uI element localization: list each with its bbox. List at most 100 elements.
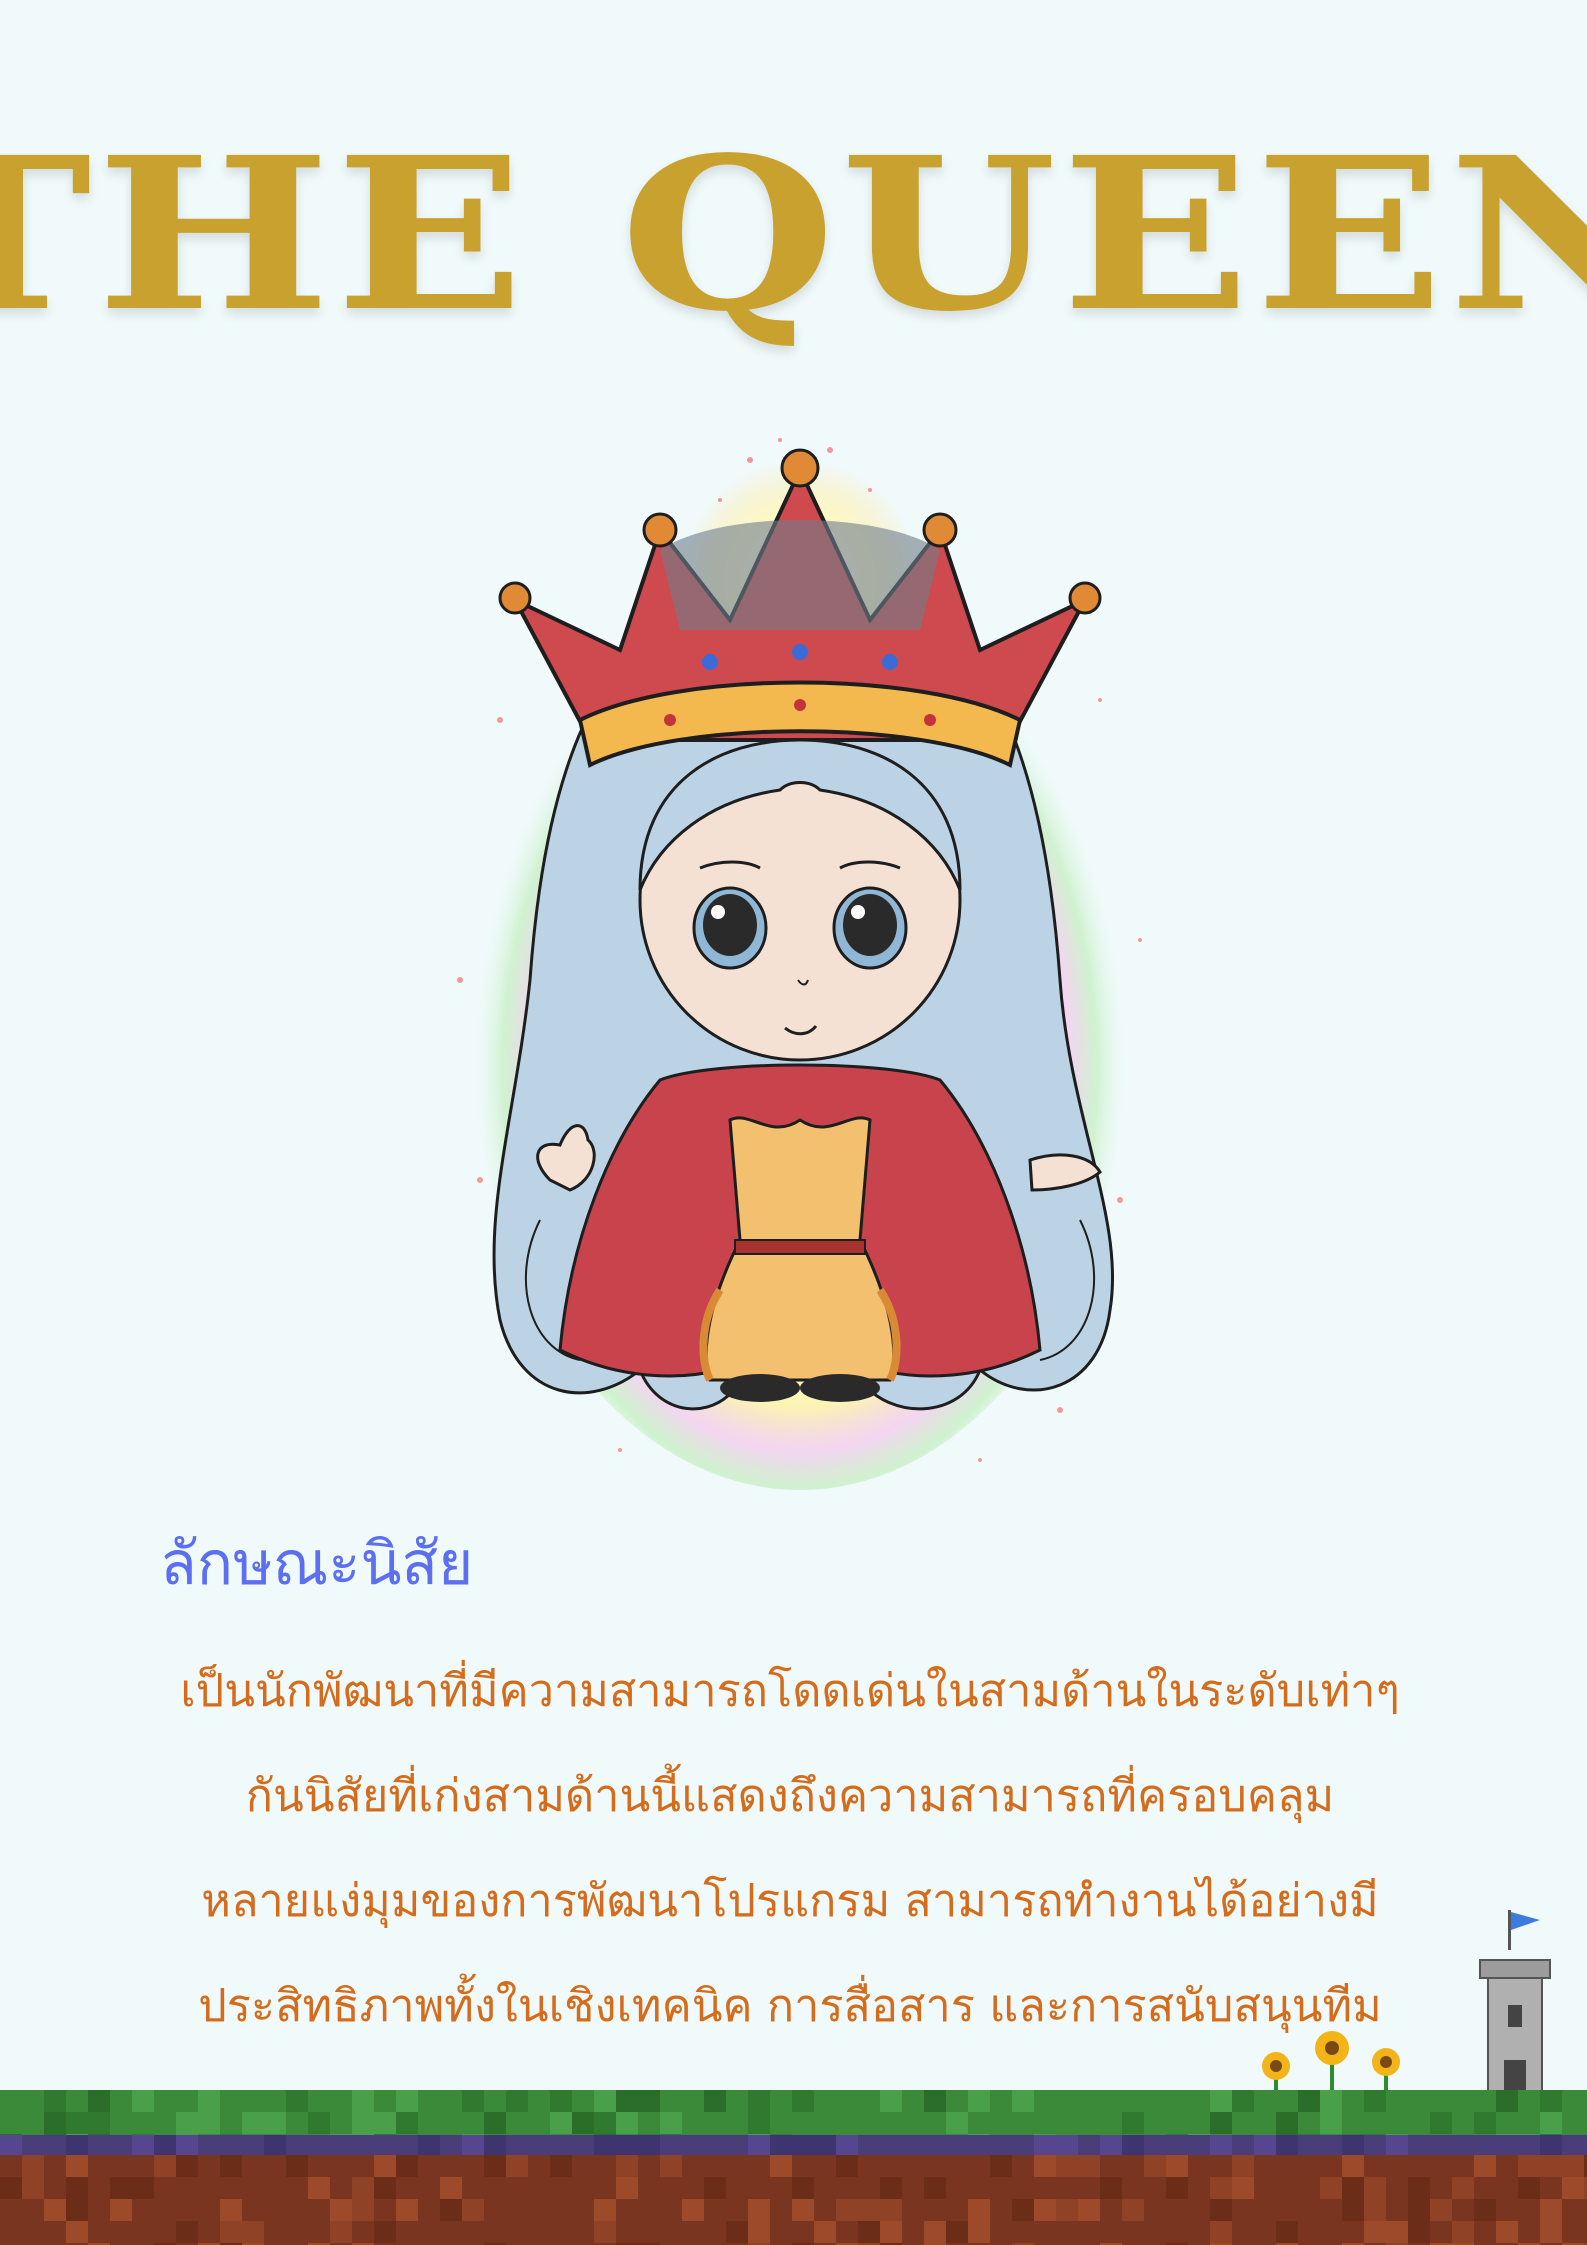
description-line: เป็นนักพัฒนาที่มีความสามารถโดดเด่นในสามด… xyxy=(180,1664,1400,1717)
ground-pixel xyxy=(1254,2135,1276,2155)
ground-pixel xyxy=(1452,2177,1474,2199)
ground-pixel xyxy=(374,2134,396,2135)
ground-pixel xyxy=(352,2177,374,2199)
ground-pixel xyxy=(1518,2134,1540,2135)
ground-pixel xyxy=(704,2090,726,2112)
ground-pixel xyxy=(1232,2177,1254,2199)
ground-pixel xyxy=(1320,2112,1342,2134)
ground-pixel xyxy=(506,2090,528,2112)
ground-pixel xyxy=(1562,2221,1584,2243)
ground-pixel xyxy=(1166,2155,1188,2177)
ground-pixel xyxy=(1540,2221,1562,2243)
ground-pixel xyxy=(1276,2112,1298,2134)
ground-pixel xyxy=(1210,2221,1232,2243)
ground-pixel xyxy=(1298,2134,1320,2135)
ground-pixel xyxy=(1540,2134,1562,2135)
ground-pixel xyxy=(836,2155,858,2177)
ground-pixel xyxy=(1342,2135,1364,2155)
ground-pixel xyxy=(44,2134,66,2135)
ground-pixel xyxy=(1386,2221,1408,2243)
ground-pixel xyxy=(374,2177,396,2199)
ground-pixel xyxy=(374,2155,396,2177)
flag-icon xyxy=(1511,1912,1540,1930)
ground-pixel xyxy=(880,2199,902,2221)
ground-pixel xyxy=(968,2135,990,2155)
ground-pixel xyxy=(154,2155,176,2177)
ground-pixel xyxy=(418,2135,440,2155)
ground-pixel xyxy=(638,2134,660,2135)
ground-pixel xyxy=(814,2135,836,2155)
ground-pixel xyxy=(1474,2135,1496,2155)
ground-pixel xyxy=(1562,2155,1584,2177)
ground-pixel xyxy=(1540,2112,1562,2134)
ground-pixel xyxy=(176,2221,198,2243)
ground-pixel xyxy=(1034,2155,1056,2177)
ground-pixel xyxy=(1342,2177,1364,2199)
ground-pixel xyxy=(616,2135,638,2155)
ground-pixel xyxy=(1166,2177,1188,2199)
ground-pixel xyxy=(616,2112,638,2134)
description-line: กันนิสัยที่เก่งสามด้านนี้แสดงถึงความสามา… xyxy=(245,1769,1335,1822)
ground-pixel xyxy=(726,2221,748,2243)
ground-pixel xyxy=(440,2177,462,2199)
ground-pixel xyxy=(1144,2155,1166,2177)
ground-pixel xyxy=(0,2135,22,2155)
ground-pixel xyxy=(220,2221,242,2243)
ground-pixel xyxy=(1474,2199,1496,2221)
ground-pixel xyxy=(1408,2135,1430,2155)
ground-pixel xyxy=(220,2090,242,2112)
ground-pixel xyxy=(1298,2090,1320,2112)
ground-pixel xyxy=(1100,2177,1122,2199)
ground-pixel xyxy=(748,2221,770,2243)
ground-pixel xyxy=(242,2112,264,2134)
ground-pixel xyxy=(242,2221,264,2243)
ground-pixel xyxy=(198,2112,220,2134)
ground-pixel xyxy=(22,2155,44,2177)
ground-pixel xyxy=(352,2199,374,2221)
ground-pixel xyxy=(660,2155,682,2177)
ground-pixel xyxy=(682,2199,704,2221)
ground-pixel xyxy=(968,2134,990,2135)
pixel-ground xyxy=(0,2090,1587,2245)
ground-pixel xyxy=(330,2155,352,2177)
ground-pixel xyxy=(1364,2221,1386,2243)
ground-pixel xyxy=(1562,2177,1584,2199)
ground-pixel xyxy=(330,2199,352,2221)
ground-pixel xyxy=(616,2090,638,2112)
ground-pixel xyxy=(176,2155,198,2177)
ground-pixel xyxy=(1210,2112,1232,2134)
ground-pixel xyxy=(1034,2135,1056,2155)
ground-pixel xyxy=(1496,2134,1518,2135)
ground-pixel xyxy=(748,2134,770,2135)
ground-pixel xyxy=(286,2155,308,2177)
ground-pixel xyxy=(836,2135,858,2155)
section-heading: ลักษณะนิสัย xyxy=(160,1529,474,1599)
ground-pixel xyxy=(1408,2177,1430,2199)
ground-pixel xyxy=(660,2134,682,2135)
ground-pixel xyxy=(1210,2199,1232,2221)
ground-pixel xyxy=(858,2199,880,2221)
ground-pixel xyxy=(880,2221,902,2243)
ground-pixel xyxy=(1562,2090,1584,2112)
ground-pixel xyxy=(132,2177,154,2199)
ground-pixel xyxy=(66,2112,88,2134)
ground-pixel xyxy=(1034,2199,1056,2221)
ground-pixel xyxy=(990,2090,1012,2112)
ground-pixel xyxy=(836,2177,858,2199)
ground-pixel xyxy=(506,2221,528,2243)
ground-pixel xyxy=(1276,2199,1298,2221)
ground-pixel xyxy=(528,2134,550,2135)
ground-pixel xyxy=(550,2155,572,2177)
ground-pixel xyxy=(1342,2199,1364,2221)
ground-pixel xyxy=(1342,2155,1364,2177)
ground-pixel xyxy=(462,2199,484,2221)
ground-pixel xyxy=(1012,2135,1034,2155)
ground-pixel xyxy=(572,2221,594,2243)
ground-pixel xyxy=(132,2135,154,2155)
ground-pixel xyxy=(660,2199,682,2221)
ground-pixel xyxy=(506,2155,528,2177)
ground-pixel xyxy=(418,2155,440,2177)
ground-pixel xyxy=(1474,2155,1496,2177)
ground-pixel xyxy=(1056,2155,1078,2177)
ground-pixel xyxy=(484,2112,506,2134)
